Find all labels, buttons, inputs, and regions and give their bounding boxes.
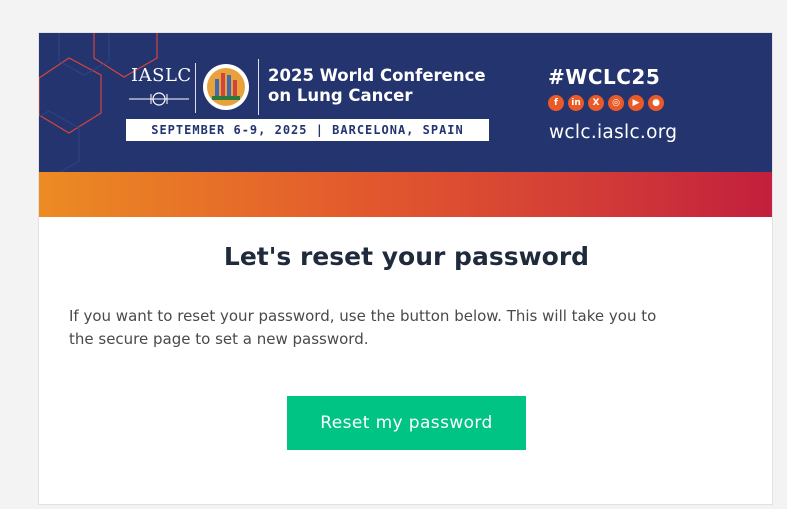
iaslc-emblem-icon: [129, 92, 189, 106]
facebook-icon[interactable]: f: [548, 95, 564, 111]
x-icon[interactable]: X: [588, 95, 604, 111]
wechat-icon[interactable]: ●: [648, 95, 664, 111]
instagram-icon[interactable]: ◎: [608, 95, 624, 111]
barcelona-seal-icon: [203, 64, 249, 110]
instruction-text: If you want to reset your password, use …: [69, 305, 759, 351]
conference-dates-location: SEPTEMBER 6-9, 2025 | BARCELONA, SPAIN: [126, 119, 489, 141]
reset-password-button[interactable]: Reset my password: [287, 396, 526, 450]
instruction-line: If you want to reset your password, use …: [69, 307, 657, 325]
conference-title-line: 2025 World Conference: [268, 66, 486, 85]
conference-website: wclc.iaslc.org: [549, 122, 678, 143]
conference-banner: IASLC 2025 World Conference on Lung Canc…: [39, 33, 772, 172]
instruction-line: the secure page to set a new password.: [69, 330, 369, 348]
social-icons: f in X ◎ ▶ ●: [548, 95, 664, 111]
youtube-icon[interactable]: ▶: [628, 95, 644, 111]
conference-title-line: on Lung Cancer: [268, 86, 413, 105]
banner-divider: [258, 59, 259, 115]
banner-gradient-strip: [39, 172, 772, 217]
linkedin-icon[interactable]: in: [568, 95, 584, 111]
conference-hashtag: #WCLC25: [548, 65, 661, 89]
banner-divider: [195, 63, 196, 113]
iaslc-logo-text: IASLC: [131, 65, 192, 86]
conference-title: 2025 World Conference on Lung Cancer: [268, 66, 486, 106]
page-title: Let's reset your password: [223, 242, 590, 271]
email-card: IASLC 2025 World Conference on Lung Canc…: [38, 32, 773, 505]
